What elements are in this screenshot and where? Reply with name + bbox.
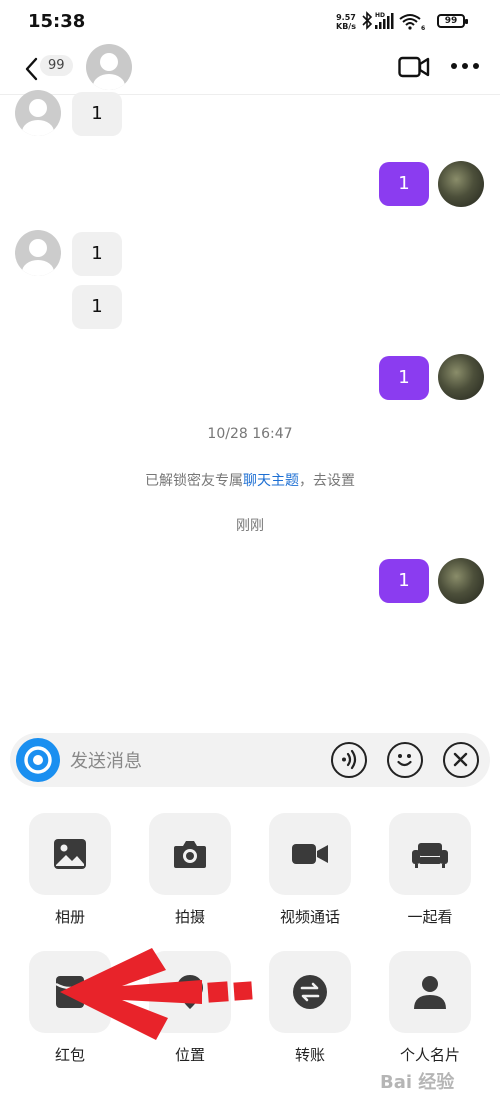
transfer-tile[interactable] <box>269 951 351 1033</box>
chat-header: 99 <box>0 44 500 95</box>
outgoing-message[interactable]: 1 <box>379 162 429 206</box>
message-timestamp-just-now: 刚刚 <box>236 518 264 534</box>
back-icon <box>25 57 38 81</box>
back-button[interactable]: 99 <box>20 52 76 86</box>
incoming-message[interactable]: 1 <box>72 92 122 136</box>
video-call-tile[interactable] <box>269 813 351 895</box>
contact-avatar[interactable] <box>15 230 61 276</box>
shoot-label: 拍摄 <box>174 908 205 926</box>
message-list: 1 1 1 1 1 10/28 16:47 已解锁密友专属聊天主题，去设置 刚刚… <box>0 90 500 715</box>
red-packet-label: 红包 <box>54 1046 85 1064</box>
shoot-tile[interactable] <box>149 813 231 895</box>
voice-icon <box>342 749 357 770</box>
video-call-icon <box>292 844 328 864</box>
video-call-icon[interactable] <box>398 56 430 78</box>
video-call-label: 视频通话 <box>279 908 340 926</box>
watch-together-label: 一起看 <box>407 908 453 926</box>
hd-label: HD <box>375 12 385 19</box>
unlock-notice-text: 已解锁密友专属 <box>145 473 243 489</box>
status-icons: HD 6 <box>360 10 436 36</box>
transfer-label: 转账 <box>294 1046 325 1064</box>
emoji-icon <box>397 754 412 767</box>
watch-together-tile[interactable] <box>389 813 471 895</box>
network-speed-unit: KB/s <box>336 22 356 31</box>
bluetooth-signal-wifi-icon: HD 6 <box>362 11 425 32</box>
camera-icon <box>174 841 206 868</box>
outgoing-message[interactable]: 1 <box>379 356 429 400</box>
default-avatar-icon <box>22 239 54 276</box>
photo-album-icon <box>54 839 86 869</box>
my-avatar[interactable] <box>438 354 484 400</box>
chat-theme-link[interactable]: 聊天主题 <box>243 473 299 489</box>
outgoing-message[interactable]: 1 <box>379 559 429 603</box>
status-time: 15:38 <box>28 11 86 32</box>
contact-avatar[interactable] <box>86 44 132 90</box>
contact-card-icon <box>414 976 446 1009</box>
sofa-icon <box>412 843 448 868</box>
unlock-notice-suffix: ，去设置 <box>299 473 355 489</box>
battery-indicator: 99 <box>437 14 468 28</box>
location-label: 位置 <box>174 1046 205 1064</box>
network-speed-value: 9.57 <box>336 13 356 22</box>
incoming-message[interactable]: 1 <box>72 285 122 329</box>
my-avatar[interactable] <box>438 558 484 604</box>
close-icon <box>453 752 468 767</box>
message-input-bar: 发送消息 <box>10 733 490 787</box>
contact-card-tile[interactable] <box>389 951 471 1033</box>
album-label: 相册 <box>54 908 85 926</box>
message-input[interactable]: 发送消息 <box>70 747 142 773</box>
my-avatar[interactable] <box>438 161 484 207</box>
message-timestamp: 10/28 16:47 <box>207 426 293 442</box>
annotation-arrow-icon <box>60 948 253 1040</box>
voice-button[interactable] <box>331 742 367 778</box>
watermark: Bai 经验 <box>380 1072 455 1093</box>
contact-avatar[interactable] <box>15 90 61 136</box>
album-tile[interactable] <box>29 813 111 895</box>
status-bar: 15:38 9.57 KB/s HD 6 99 <box>0 0 500 44</box>
default-avatar-icon <box>93 53 125 90</box>
transfer-icon <box>293 975 327 1009</box>
camera-icon <box>24 746 52 774</box>
theme-unlock-notice: 已解锁密友专属聊天主题，去设置 <box>0 470 500 490</box>
default-avatar-icon <box>22 99 54 136</box>
emoji-button[interactable] <box>387 742 423 778</box>
camera-button[interactable] <box>16 738 60 782</box>
wifi-label: 6 <box>421 25 425 32</box>
unread-count-badge: 99 <box>40 55 73 76</box>
more-icon[interactable] <box>450 62 480 70</box>
network-speed: 9.57 KB/s <box>336 13 356 31</box>
close-panel-button[interactable] <box>443 742 479 778</box>
incoming-message[interactable]: 1 <box>72 232 122 276</box>
contact-card-label: 个人名片 <box>399 1046 460 1064</box>
